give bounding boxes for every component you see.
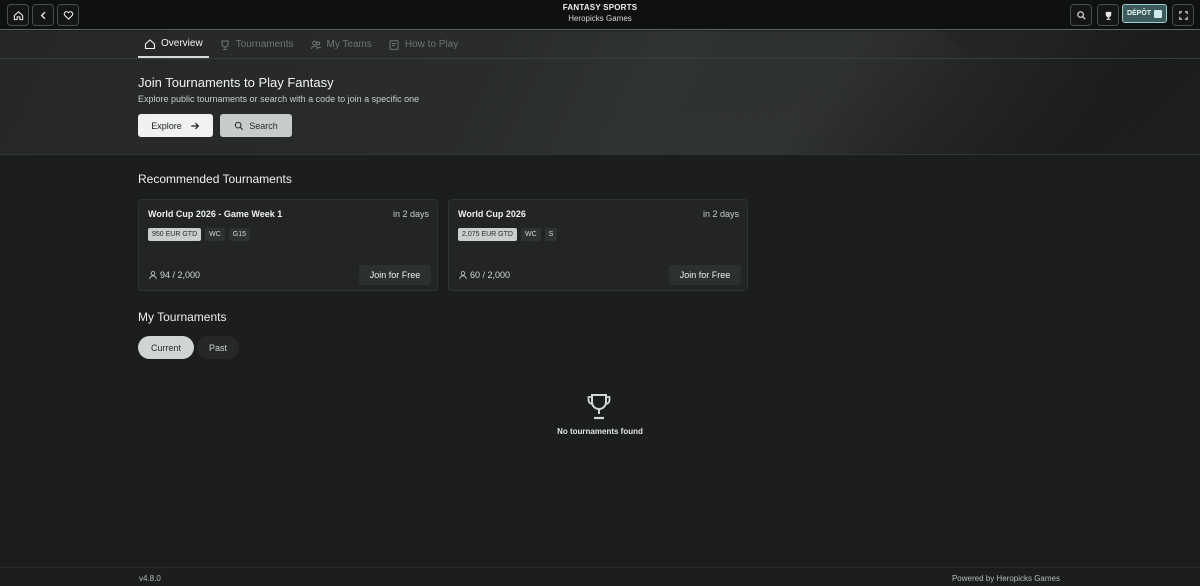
tab-my-teams-label: My Teams [326, 39, 372, 50]
tab-overview[interactable]: Overview [138, 31, 209, 58]
tournament-start-time: in 2 days [702, 209, 739, 219]
tournament-name: World Cup 2026 - Game Week 1 [148, 209, 283, 219]
brand: FANTASY SPORTS Heropicks Games [500, 3, 700, 24]
tab-tournaments-label: Tournaments [235, 39, 294, 50]
competition-tag: WC [520, 228, 541, 241]
format-tag: G15 [228, 228, 251, 241]
participants-count: 60 / 2,000 [458, 270, 510, 280]
tournament-tags: 950 EUR GTD WC G15 [148, 228, 251, 241]
teams-icon [310, 40, 321, 49]
prize-tag: 950 EUR GTD [148, 228, 202, 241]
explore-button[interactable]: Explore [138, 114, 213, 137]
participants-count: 94 / 2,000 [148, 270, 200, 280]
deposit-label: DÉPÔT [1126, 10, 1152, 17]
trophy-icon [221, 39, 229, 50]
prize-tag: 2,075 EUR GTD [458, 228, 517, 241]
app-title: FANTASY SPORTS [562, 3, 638, 12]
search-icon [235, 121, 244, 130]
explore-label: Explore [151, 120, 182, 131]
tab-overview-label: Overview [161, 38, 203, 49]
arrow-right-icon [191, 122, 199, 129]
format-tag: S [544, 228, 558, 241]
user-icon [149, 271, 157, 280]
tournament-start-time: in 2 days [392, 209, 429, 219]
competition-tag: WC [205, 228, 225, 241]
tournament-card[interactable]: World Cup 2026 - Game Week 1 in 2 days 9… [138, 199, 438, 291]
recommended-title: Recommended Tournaments [138, 172, 292, 186]
participants-value: 60 / 2,000 [470, 270, 511, 280]
participants-value: 94 / 2,000 [160, 270, 201, 280]
tab-tournaments[interactable]: Tournaments [213, 31, 300, 58]
wallet-icon [1154, 9, 1163, 18]
join-for-free-button[interactable]: Join for Free [359, 265, 431, 285]
tab-how-to-play-label: How to Play [404, 39, 459, 50]
fullscreen-icon [1178, 10, 1188, 20]
tournament-card[interactable]: World Cup 2026 in 2 days 2,075 EUR GTD W… [448, 199, 748, 291]
home-icon [13, 10, 23, 20]
search-icon [1076, 10, 1086, 20]
footer-divider [0, 567, 1200, 568]
tabs-divider [0, 58, 1200, 59]
back-button[interactable] [32, 4, 54, 26]
favorite-button[interactable] [57, 4, 79, 26]
nav-tabs: Overview Tournaments My Teams How to Pla… [138, 31, 468, 58]
tournament-name: World Cup 2026 [458, 209, 526, 219]
my-tournaments-title: My Tournaments [138, 310, 227, 324]
hero-section: Overview Tournaments My Teams How to Pla… [0, 31, 1200, 155]
filter-current[interactable]: Current [138, 336, 194, 359]
home-icon [144, 38, 156, 49]
fullscreen-button[interactable] [1172, 4, 1194, 26]
user-icon [459, 271, 467, 280]
hero-title: Join Tournaments to Play Fantasy [138, 75, 334, 90]
tournament-tags: 2,075 EUR GTD WC S [458, 228, 558, 241]
search-label: Search [249, 120, 278, 131]
tab-my-teams[interactable]: My Teams [304, 31, 378, 58]
deposit-button[interactable]: DÉPÔT [1122, 4, 1167, 23]
hero-subtitle: Explore public tournaments or search wit… [138, 94, 420, 104]
search-code-button[interactable]: Search [220, 114, 292, 137]
filter-past[interactable]: Past [197, 336, 239, 359]
app-subtitle: Heropicks Games [568, 14, 632, 23]
tab-how-to-play[interactable]: How to Play [382, 31, 464, 58]
book-icon [389, 39, 399, 50]
heart-icon [63, 10, 73, 20]
app-version: v4.8.0 [139, 574, 161, 583]
trophy-icon [587, 394, 611, 420]
trophy-button[interactable] [1097, 4, 1119, 26]
empty-state-message: No tournaments found [557, 427, 643, 436]
join-for-free-button[interactable]: Join for Free [669, 265, 741, 285]
trophy-icon [1105, 11, 1111, 20]
top-bar: FANTASY SPORTS Heropicks Games DÉPÔT [0, 0, 1200, 30]
home-button[interactable] [7, 4, 29, 26]
search-button[interactable] [1070, 4, 1092, 26]
chevron-left-icon [40, 11, 45, 19]
powered-by: Powered by Heropicks Games [951, 574, 1060, 583]
